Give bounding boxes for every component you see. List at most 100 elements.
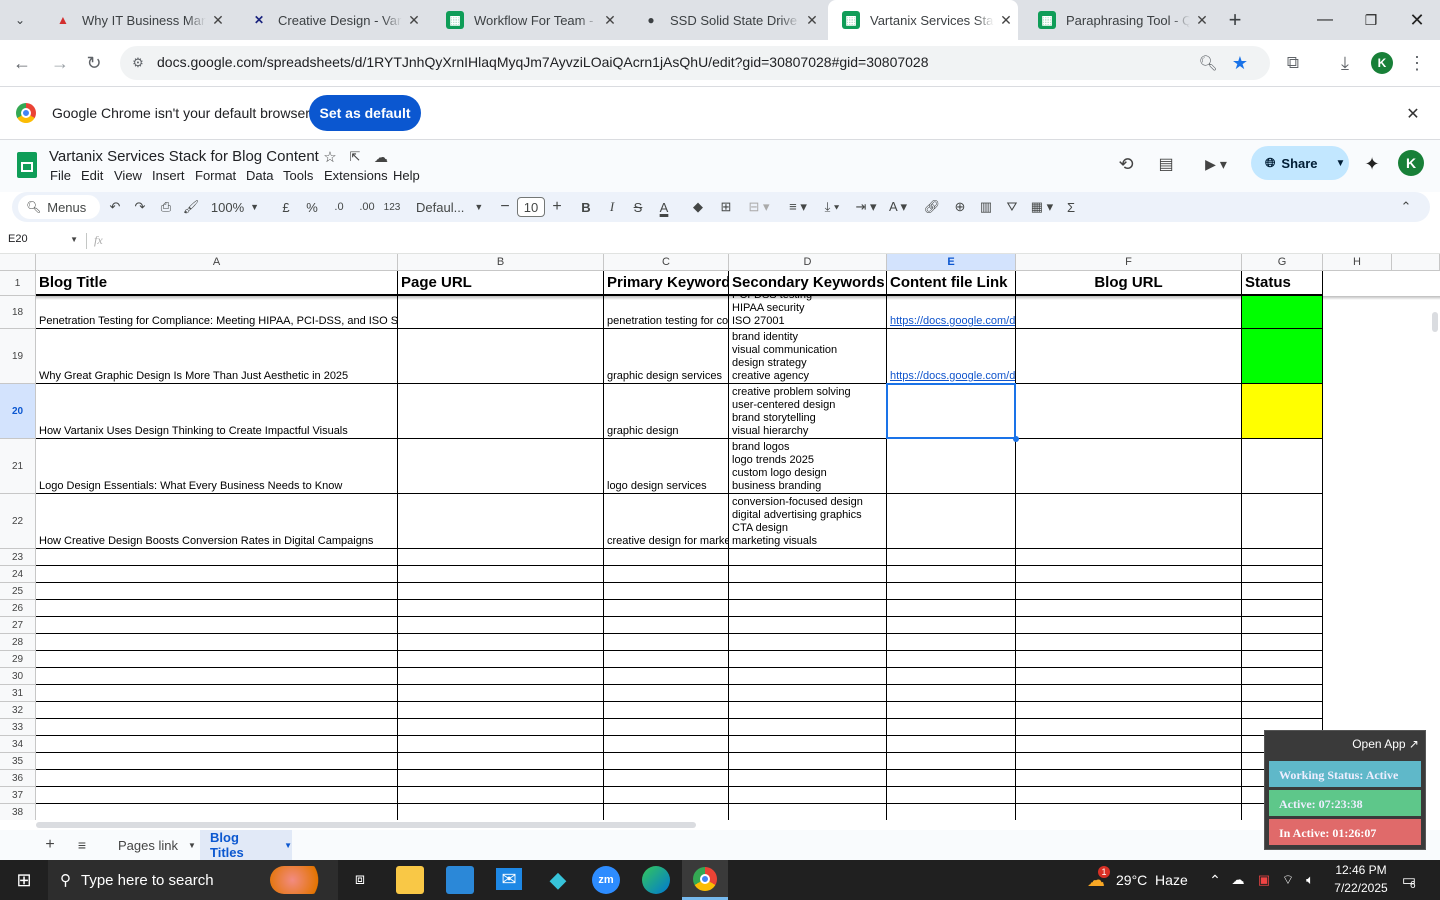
blog-title-cell[interactable]: Logo Design Essentials: What Every Busin… (36, 439, 398, 494)
cell[interactable] (1016, 736, 1242, 753)
content-link-cell[interactable] (887, 494, 1016, 549)
share-button[interactable]: 🌐︎ Share ▼ (1251, 146, 1349, 180)
zoom-select[interactable]: 100% ▼ (208, 192, 262, 222)
cell[interactable] (604, 736, 729, 753)
cell[interactable] (729, 736, 887, 753)
cell[interactable] (398, 634, 604, 651)
cell[interactable] (887, 583, 1016, 600)
percent-button[interactable]: % (302, 192, 322, 222)
header-cell[interactable]: Status (1242, 271, 1323, 296)
print-icon[interactable]: ⎙ (155, 192, 177, 222)
row-header[interactable]: 20 (0, 384, 36, 439)
cell[interactable] (1323, 668, 1392, 685)
filter-icon[interactable]: ⛛ (1002, 192, 1022, 222)
font-select[interactable]: Defaul... ▼ (416, 192, 483, 222)
cell[interactable] (887, 685, 1016, 702)
browser-tab[interactable]: ✕Creative Design - Vartan✕ (236, 0, 426, 40)
close-tab-icon[interactable]: ✕ (598, 12, 622, 29)
row-header[interactable]: 29 (0, 651, 36, 668)
cell[interactable] (604, 549, 729, 566)
comment-icon[interactable]: ⊕ (950, 192, 970, 222)
cell[interactable] (36, 702, 398, 719)
page-url-cell[interactable] (398, 296, 604, 329)
cell[interactable] (36, 651, 398, 668)
cell[interactable] (887, 702, 1016, 719)
page-url-cell[interactable] (398, 329, 604, 384)
menu-extensions[interactable]: Extensions (324, 168, 388, 183)
content-link-cell[interactable]: https://docs.google.com/do (887, 296, 1016, 329)
row-header[interactable]: 33 (0, 719, 36, 736)
decrease-decimal-button[interactable]: .0 (328, 192, 350, 222)
align-vertical-icon[interactable]: ⤓ ▾ (818, 192, 846, 222)
cell[interactable] (36, 770, 398, 787)
cell[interactable] (36, 736, 398, 753)
star-icon[interactable]: ☆ (321, 148, 339, 166)
status-cell[interactable] (1242, 384, 1323, 439)
column-header[interactable]: A (36, 254, 398, 271)
cell[interactable] (36, 600, 398, 617)
cell[interactable] (729, 702, 887, 719)
increase-decimal-button[interactable]: .00 (354, 192, 380, 222)
text-wrap-icon[interactable]: ⇥ ▾ (852, 192, 880, 222)
column-header[interactable]: D (729, 254, 887, 271)
cell[interactable] (887, 804, 1016, 820)
cell[interactable] (398, 600, 604, 617)
secondary-keywords-cell[interactable]: creative problem solving user-centered d… (729, 384, 887, 439)
network-icon[interactable]: ☁ (1228, 868, 1248, 892)
secondary-keywords-cell[interactable]: conversion-focused design digital advert… (729, 494, 887, 549)
cell[interactable] (1016, 685, 1242, 702)
blog-title-cell[interactable]: Penetration Testing for Compliance: Meet… (36, 296, 398, 329)
cell[interactable] (398, 719, 604, 736)
row-header[interactable]: 23 (0, 549, 36, 566)
cell[interactable] (604, 702, 729, 719)
cell[interactable] (887, 600, 1016, 617)
cell[interactable] (1323, 329, 1392, 384)
cell[interactable] (36, 566, 398, 583)
cell[interactable] (1016, 719, 1242, 736)
select-all-corner[interactable] (0, 254, 36, 271)
cell[interactable] (729, 719, 887, 736)
status-cell[interactable] (1242, 439, 1323, 494)
antivirus-icon[interactable]: ▣ (1254, 868, 1274, 892)
cell[interactable] (398, 549, 604, 566)
cell[interactable] (398, 566, 604, 583)
close-tab-icon[interactable]: ✕ (800, 12, 824, 29)
menus-search[interactable]: 🔍︎ Menus (18, 195, 100, 219)
zoom-app-icon[interactable]: zm (592, 866, 620, 894)
cell[interactable] (1323, 617, 1392, 634)
set-default-button[interactable]: Set as default (309, 95, 421, 131)
mail-icon[interactable]: ✉ (496, 868, 522, 890)
close-tab-icon[interactable]: ✕ (994, 12, 1018, 29)
forward-icon[interactable]: → (46, 50, 74, 76)
number-format-button[interactable]: 123 (380, 192, 404, 222)
meet-icon[interactable]: ▶ ▾ (1196, 152, 1236, 176)
row-header[interactable]: 26 (0, 600, 36, 617)
cell[interactable] (398, 787, 604, 804)
cell[interactable] (398, 736, 604, 753)
cell[interactable] (36, 617, 398, 634)
cell[interactable] (887, 668, 1016, 685)
all-sheets-icon[interactable]: ≡ (72, 834, 92, 856)
chrome-taskbar-icon[interactable] (682, 860, 728, 900)
cell[interactable] (1323, 651, 1392, 668)
header-cell[interactable]: Primary Keyword (604, 271, 729, 296)
cell[interactable] (1242, 702, 1323, 719)
borders-icon[interactable]: ⊞ (716, 192, 736, 222)
blog-title-cell[interactable]: How Creative Design Boosts Conversion Ra… (36, 494, 398, 549)
cell[interactable] (1016, 702, 1242, 719)
cell[interactable] (1323, 566, 1392, 583)
cell[interactable] (604, 634, 729, 651)
header-cell[interactable]: Secondary Keywords (729, 271, 887, 296)
page-url-cell[interactable] (398, 384, 604, 439)
text-color-button[interactable]: A (656, 192, 672, 222)
cell[interactable] (729, 770, 887, 787)
row-header[interactable]: 27 (0, 617, 36, 634)
cell[interactable] (887, 787, 1016, 804)
zoom-icon[interactable]: 🔍︎ (1196, 51, 1220, 75)
redo-icon[interactable]: ↷ (129, 192, 151, 222)
header-cell[interactable]: Blog URL (1016, 271, 1242, 296)
cell[interactable] (1323, 439, 1392, 494)
close-tab-icon[interactable]: ✕ (206, 12, 230, 29)
header-cell[interactable]: Blog Title (36, 271, 398, 296)
secondary-keywords-cell[interactable]: brand logos logo trends 2025 custom logo… (729, 439, 887, 494)
